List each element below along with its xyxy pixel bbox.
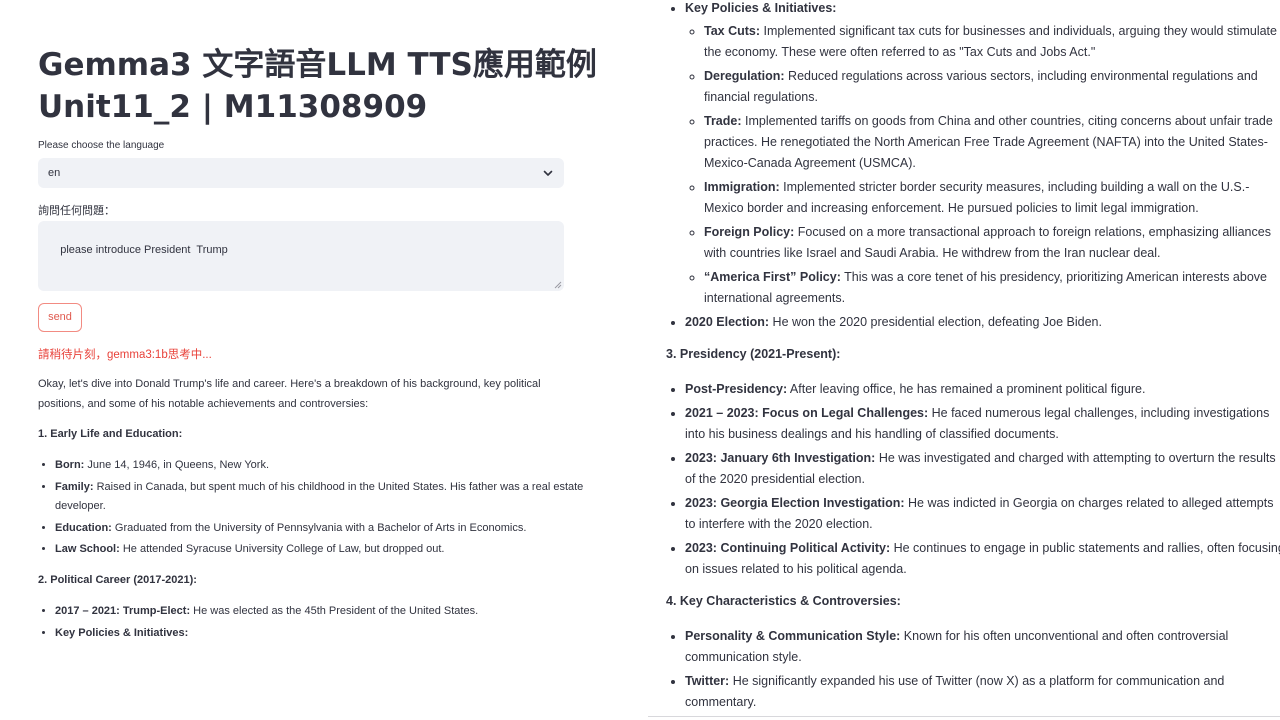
list-item: 2023: Georgia Election Investigation: He… [685,493,1280,535]
section-heading-presidency: 3. Presidency (2021-Present): [666,347,841,361]
language-selected-value: en [48,167,61,179]
page-title: Gemma3 文字語音LLM TTS應用範例 Unit11_2 | M11308… [38,44,598,128]
list-item: Twitter: He significantly expanded his u… [685,671,1280,713]
left-panel: Gemma3 文字語音LLM TTS應用範例 Unit11_2 | M11308… [0,0,620,720]
list-item: Deregulation: Reduced regulations across… [704,66,1280,108]
section-heading-characteristics: 4. Key Characteristics & Controversies: [666,594,901,608]
list-item: “America First” Policy: This was a core … [704,267,1280,309]
list-item: Post-Presidency: After leaving office, h… [685,379,1280,400]
list-item: Immigration: Implemented stricter border… [704,177,1280,219]
question-textarea[interactable]: please introduce President Trump [38,221,564,291]
title-line-1: Gemma3 文字語音LLM TTS應用範例 [38,47,597,83]
list-item: Born: June 14, 1946, in Queens, New York… [55,456,585,476]
list-item: Personality & Communication Style: Known… [685,626,1280,668]
section-heading-political-career: 2. Political Career (2017-2021): [38,574,197,586]
list-item: 2023: January 6th Investigation: He was … [685,448,1280,490]
policies-list: Key Policies & Initiatives: Tax Cuts: Im… [666,0,1280,336]
language-select[interactable]: en [38,158,564,188]
list-item: 2021 – 2023: Focus on Legal Challenges: … [685,403,1280,445]
question-text: please introduce President Trump [60,244,228,256]
list-item: Key Policies & Initiatives: [55,624,585,644]
list-item: 2020 Election: He won the 2020 president… [685,312,1280,333]
list-item: Trade: Implemented tariffs on goods from… [704,111,1280,174]
presidency-list: Post-Presidency: After leaving office, h… [666,379,1280,583]
list-item: Tax Cuts: Implemented significant tax cu… [704,21,1280,63]
chevron-down-icon [543,170,553,176]
question-label: 詢問任何問題： [38,205,115,217]
early-life-list: Born: June 14, 1946, in Queens, New York… [38,456,585,562]
send-button[interactable]: send [38,303,82,332]
list-item: Family: Raised in Canada, but spent much… [55,478,585,517]
political-career-list: 2017 – 2021: Trump-Elect: He was elected… [38,602,585,645]
list-item: 2023: Continuing Political Activity: He … [685,538,1280,580]
list-item: 2017 – 2021: Trump-Elect: He was elected… [55,602,585,622]
list-item: Key Policies & Initiatives: Tax Cuts: Im… [685,0,1280,309]
list-item: Law School: He attended Syracuse Univers… [55,540,585,560]
language-label: Please choose the language [38,140,165,151]
list-item: Foreign Policy: Focused on a more transa… [704,222,1280,264]
status-message: 請稍待片刻，gemma3:1b思考中... [38,349,212,361]
title-line-2: Unit11_2 | M11308909 [38,89,428,125]
characteristics-list: Personality & Communication Style: Known… [666,626,1280,716]
bottom-divider [648,716,1280,717]
list-item: Education: Graduated from the University… [55,519,585,539]
section-heading-early-life: 1. Early Life and Education: [38,428,183,440]
response-intro: Okay, let's dive into Donald Trump's lif… [38,378,541,410]
policies-sublist: Tax Cuts: Implemented significant tax cu… [685,21,1280,309]
resize-grip-icon[interactable] [554,281,562,289]
right-panel: Key Policies & Initiatives: Tax Cuts: Im… [648,0,1280,720]
